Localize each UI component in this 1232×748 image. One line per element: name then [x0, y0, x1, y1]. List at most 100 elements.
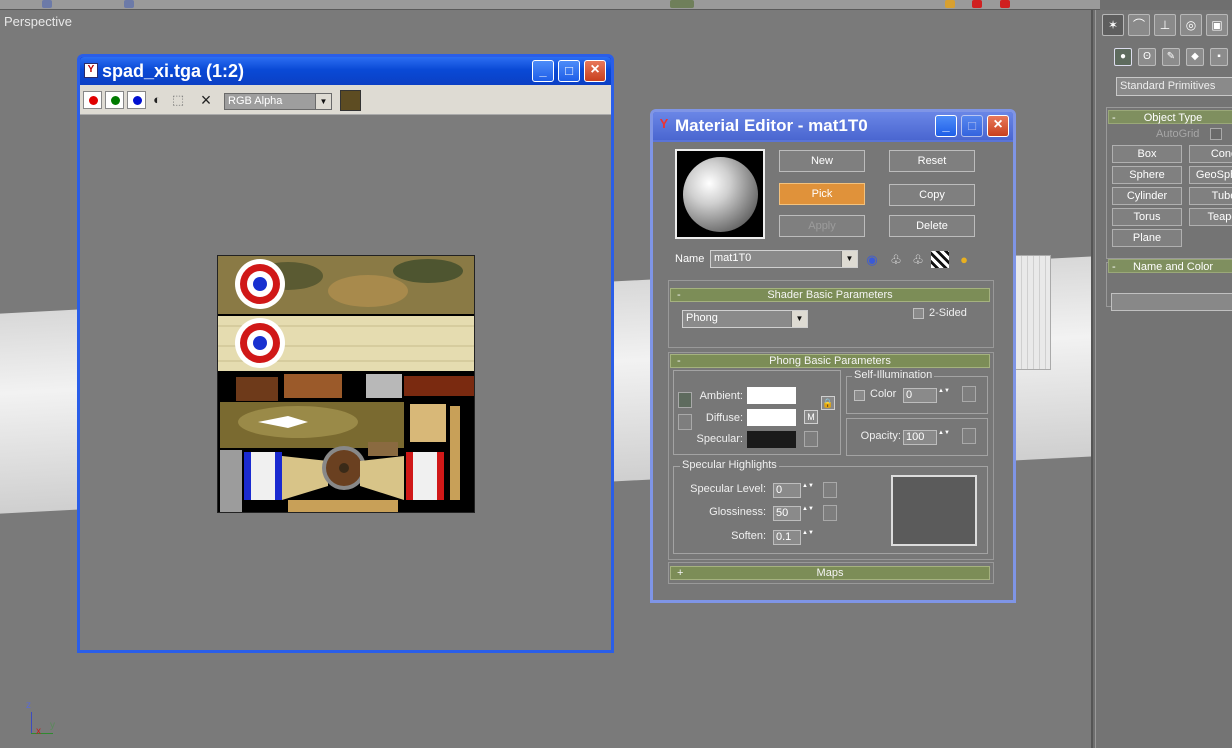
sphere-button[interactable]: Sphere [1112, 166, 1182, 184]
modify-tab-icon[interactable]: ⌒ [1128, 14, 1150, 36]
self-illumination-title: Self-Illumination [852, 369, 935, 381]
tube-button[interactable]: Tube [1189, 187, 1232, 205]
render-icon[interactable] [1000, 0, 1010, 8]
get-material-icon[interactable]: ◉ [863, 251, 881, 268]
maps-rollout-header[interactable]: + Maps [670, 566, 990, 580]
main-toolbar [0, 0, 1100, 10]
toolbar-icon[interactable] [124, 0, 134, 8]
geosphere-button[interactable]: GeoSphere [1189, 166, 1232, 184]
channel-select[interactable]: RGB Alpha ▼ [224, 93, 332, 110]
maximize-button[interactable]: □ [961, 115, 983, 137]
material-name-select[interactable]: mat1T0 ▼ [710, 250, 858, 268]
close-button[interactable]: × [987, 115, 1009, 137]
assign-material-icon[interactable]: ♧ [909, 251, 927, 268]
chevron-down-icon: ▼ [315, 94, 331, 109]
motion-tab-icon[interactable]: ◎ [1180, 14, 1202, 36]
shader-rollout-header[interactable]: - Shader Basic Parameters [670, 288, 990, 302]
sample-type-icon[interactable]: ● [955, 251, 973, 268]
toolbar-icon[interactable] [945, 0, 955, 8]
spinner-arrows-icon[interactable]: ▲▼ [802, 483, 814, 498]
glossiness-map-button[interactable] [823, 505, 837, 521]
name-color-header[interactable]: - Name and Color [1108, 259, 1232, 273]
apply-button[interactable]: Apply [779, 215, 865, 237]
red-channel-button[interactable] [83, 91, 102, 109]
specular-level-map-button[interactable] [823, 482, 837, 498]
cylinder-button[interactable]: Cylinder [1112, 187, 1182, 205]
spinner-arrows-icon[interactable]: ▲▼ [938, 388, 950, 403]
spinner-arrows-icon[interactable]: ▲▼ [802, 530, 814, 545]
geometry-icon[interactable]: ● [1114, 48, 1132, 66]
teapot-button[interactable]: Teapot [1189, 208, 1232, 226]
torus-button[interactable]: Torus [1112, 208, 1182, 226]
color-swatch[interactable] [340, 90, 361, 111]
blue-channel-button[interactable] [127, 91, 146, 109]
mono-toggle-icon[interactable]: ◐ [149, 91, 165, 109]
reset-button[interactable]: Reset [889, 150, 975, 172]
blue-dot-icon [133, 96, 142, 105]
create-tab-icon[interactable]: ✶ [1102, 14, 1124, 36]
soften-spinner[interactable]: 0.1 [773, 530, 801, 545]
put-to-scene-icon[interactable]: ♧ [887, 251, 905, 268]
specular-color-swatch[interactable] [746, 430, 797, 449]
phong-rollout-header[interactable]: - Phong Basic Parameters [670, 354, 990, 368]
cameras-icon[interactable]: ◆ [1186, 48, 1204, 66]
ambient-color-swatch[interactable] [746, 386, 797, 405]
cone-button[interactable]: Cone [1189, 145, 1232, 163]
glossiness-spinner[interactable]: 50 [773, 506, 801, 521]
self-illum-map-button[interactable] [962, 386, 976, 402]
self-illum-color-checkbox[interactable] [854, 390, 865, 401]
shader-rollout-toggle: - [677, 289, 681, 301]
two-sided-checkbox[interactable] [913, 308, 924, 319]
plane-button[interactable]: Plane [1112, 229, 1182, 247]
shapes-icon[interactable]: ʘ [1138, 48, 1156, 66]
material-editor-titlebar[interactable]: Y Material Editor - mat1T0 _ □ × [653, 112, 1013, 140]
hierarchy-tab-icon[interactable]: ⊥ [1154, 14, 1176, 36]
bitmap-toolbar: ◐ ⬚ × RGB Alpha ▼ [80, 85, 611, 115]
viewport-label[interactable]: Perspective [4, 14, 72, 29]
toolbar-icon[interactable] [42, 0, 52, 8]
bitmap-window-titlebar[interactable]: Y spad_xi.tga (1:2) _ □ × [80, 57, 611, 85]
specular-map-button[interactable] [804, 431, 818, 447]
toolbar-icon[interactable] [670, 0, 694, 8]
maps-rollout-title: Maps [816, 567, 844, 579]
close-button[interactable]: × [584, 60, 606, 82]
material-name-value: mat1T0 [714, 252, 752, 264]
display-tab-icon[interactable]: ▣ [1206, 14, 1228, 36]
delete-button[interactable]: Delete [889, 215, 975, 237]
primitives-type-select[interactable]: Standard Primitives [1116, 77, 1232, 96]
lock-ambient-diffuse-button[interactable] [678, 392, 692, 408]
helpers-icon[interactable]: ▪ [1210, 48, 1228, 66]
object-type-header[interactable]: - Object Type [1108, 110, 1232, 124]
copy-button[interactable]: Copy [889, 184, 975, 206]
specular-label: Specular: [696, 433, 743, 445]
minimize-button[interactable]: _ [935, 115, 957, 137]
lock-icon[interactable]: 🔒 [821, 396, 835, 410]
diffuse-map-button[interactable]: M [804, 410, 818, 424]
diffuse-color-swatch[interactable] [746, 408, 797, 427]
alpha-toggle-icon[interactable]: ⬚ [170, 91, 186, 109]
chevron-down-icon: ▼ [791, 311, 807, 327]
pick-button[interactable]: Pick [779, 183, 865, 205]
opacity-spinner[interactable]: 100 [903, 430, 937, 445]
lights-icon[interactable]: ✎ [1162, 48, 1180, 66]
spinner-arrows-icon[interactable]: ▲▼ [938, 430, 950, 445]
autogrid-checkbox[interactable] [1210, 128, 1222, 140]
clear-icon[interactable]: × [198, 91, 214, 109]
opacity-map-button[interactable] [962, 428, 976, 444]
self-illum-spinner[interactable]: 0 [903, 388, 937, 403]
minimize-button[interactable]: _ [532, 60, 554, 82]
maximize-button[interactable]: □ [558, 60, 580, 82]
background-checker-icon[interactable] [931, 251, 949, 268]
material-editor-title: Material Editor - mat1T0 [675, 116, 868, 135]
new-button[interactable]: New [779, 150, 865, 172]
lock-diffuse-specular-button[interactable] [678, 414, 692, 430]
spinner-arrows-icon[interactable]: ▲▼ [802, 506, 814, 521]
box-button[interactable]: Box [1112, 145, 1182, 163]
green-channel-button[interactable] [105, 91, 124, 109]
specular-level-spinner[interactable]: 0 [773, 483, 801, 498]
create-subtabs: ● ʘ ✎ ◆ ▪ [1114, 48, 1232, 70]
material-preview-slot[interactable] [675, 149, 765, 239]
object-name-input[interactable] [1111, 293, 1232, 311]
shader-select[interactable]: Phong ▼ [682, 310, 808, 328]
render-icon[interactable] [972, 0, 982, 8]
